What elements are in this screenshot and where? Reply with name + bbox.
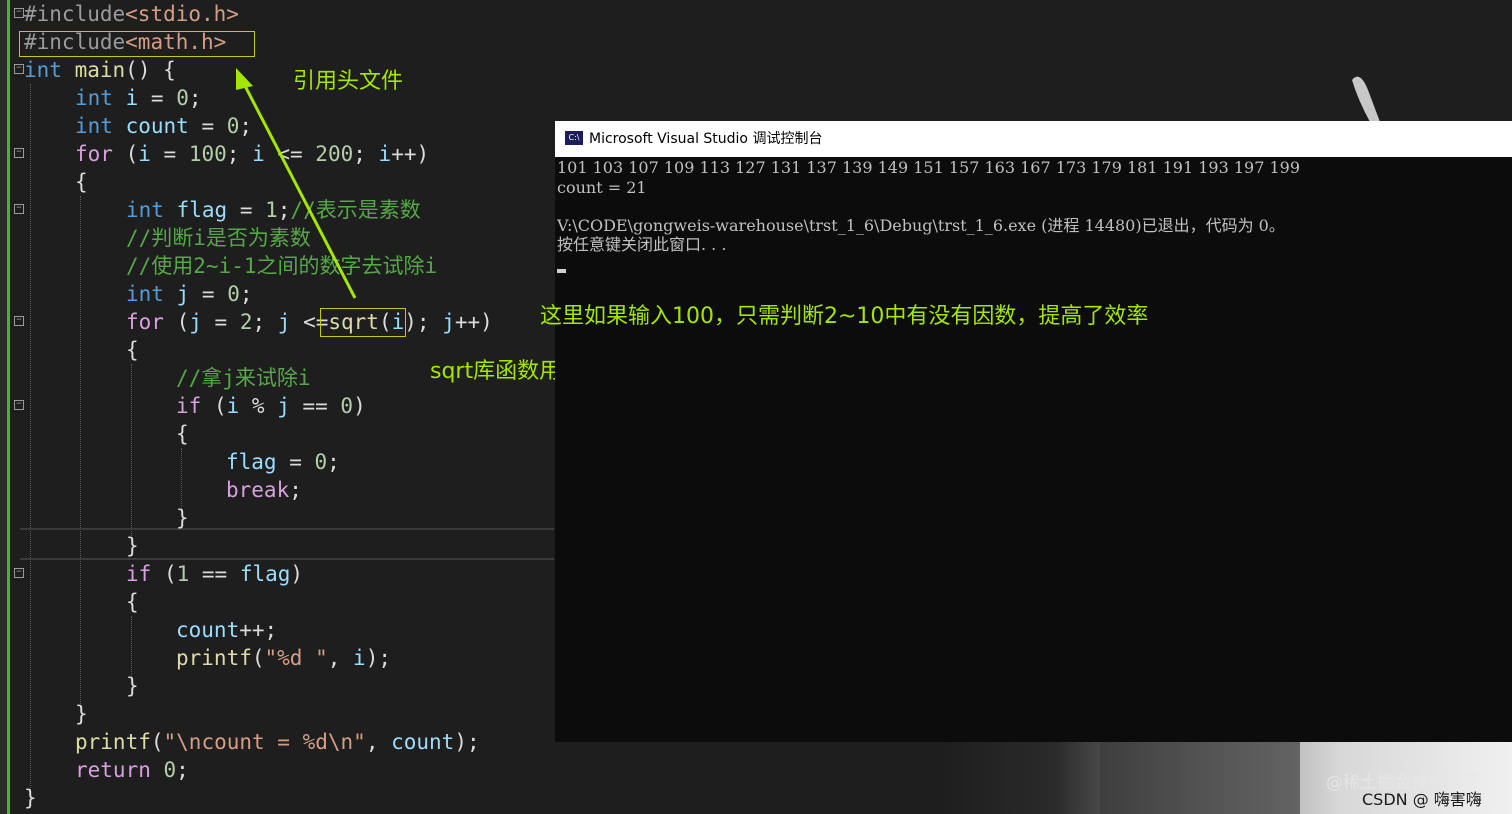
punctuation: ; xyxy=(289,478,302,502)
console-exit-message: V:\CODE\gongweis-warehouse\trst_1_6\Debu… xyxy=(557,216,1285,235)
console-title: Microsoft Visual Studio 调试控制台 xyxy=(589,131,823,147)
operator: = xyxy=(276,450,315,474)
code-line[interactable]: } xyxy=(176,504,189,532)
keyword: return xyxy=(75,758,151,782)
brace: { xyxy=(126,590,139,614)
keyword: break xyxy=(226,478,290,502)
punctuation: ; xyxy=(176,758,189,782)
fold-toggle-icon[interactable] xyxy=(14,568,24,578)
code-line[interactable]: { xyxy=(126,588,139,616)
punctuation: ) xyxy=(353,394,366,418)
operator: == xyxy=(289,394,341,418)
brace: } xyxy=(126,674,139,698)
code-line[interactable]: count++; xyxy=(176,616,277,644)
code-line[interactable]: break; xyxy=(226,476,302,504)
brace: { xyxy=(126,338,139,362)
code-line[interactable]: { xyxy=(176,420,189,448)
number: 0 xyxy=(340,394,354,418)
brace: } xyxy=(176,506,189,530)
indent-guide xyxy=(131,364,132,536)
number: 0 xyxy=(163,758,177,782)
header-file-annotation: 引用头文件 xyxy=(293,69,404,94)
punctuation: ; xyxy=(327,450,340,474)
code-line[interactable]: { xyxy=(126,336,139,364)
background-photo-fragment xyxy=(1352,76,1380,122)
code-line[interactable]: } xyxy=(75,700,88,728)
punctuation: ( xyxy=(150,730,164,754)
punctuation: ( xyxy=(251,646,265,670)
brace: { xyxy=(176,422,189,446)
brace: } xyxy=(75,702,88,726)
variable: flag xyxy=(239,562,291,586)
code-line[interactable]: return 0; xyxy=(75,756,189,784)
efficiency-annotation: 这里如果输入100，只需判断2~10中有没有因数，提高了效率 xyxy=(540,304,1149,329)
punctuation: ) xyxy=(290,562,304,586)
punctuation: , xyxy=(365,730,392,754)
variable: count xyxy=(391,730,455,754)
code-line[interactable]: } xyxy=(24,784,37,812)
csdn-watermark: CSDN @ 嗨害嗨 xyxy=(1362,790,1482,809)
brace: } xyxy=(24,786,37,810)
number: 0 xyxy=(314,450,328,474)
function-call: printf xyxy=(176,646,252,670)
variable: i xyxy=(353,646,366,670)
string-literal: "\ncount = %d\n" xyxy=(163,730,366,754)
operator: == xyxy=(189,562,240,586)
punctuation: , xyxy=(327,646,354,670)
code-line[interactable]: flag = 0; xyxy=(226,448,340,476)
console-app-icon: C:\ xyxy=(565,131,583,145)
console-press-key-message: 按任意键关闭此窗口. . . xyxy=(557,235,727,254)
annotation-arrow-icon xyxy=(236,68,357,299)
code-line[interactable]: //拿j来试除i xyxy=(176,364,311,392)
indent-guide xyxy=(131,616,132,676)
variable: flag xyxy=(226,450,277,474)
brace: } xyxy=(126,534,139,558)
variable: count xyxy=(176,618,240,642)
number: 1 xyxy=(176,562,190,586)
current-line-highlight xyxy=(20,528,554,560)
variable: i xyxy=(226,394,240,418)
console-output-primes: 101 103 107 109 113 127 131 137 139 149 … xyxy=(557,158,1301,177)
comment: //拿j来试除i xyxy=(176,366,311,390)
code-line[interactable]: printf("%d ", i); xyxy=(176,644,391,672)
string-literal: "%d " xyxy=(264,646,328,670)
function-call: printf xyxy=(75,730,151,754)
debug-console-window[interactable]: C:\ Microsoft Visual Studio 调试控制台 101 10… xyxy=(555,121,1512,742)
console-cursor xyxy=(557,269,566,273)
punctuation: ++; xyxy=(239,618,278,642)
punctuation: ); xyxy=(365,646,391,670)
background-photo-shadow xyxy=(1100,742,1300,814)
indent-guide xyxy=(181,448,182,508)
operator: % xyxy=(239,394,278,418)
console-output-count: count = 21 xyxy=(557,178,647,197)
punctuation: ( xyxy=(151,562,177,586)
variable: j xyxy=(277,394,290,418)
code-line[interactable]: printf("\ncount = %d\n", count); xyxy=(75,728,480,756)
code-line[interactable]: } xyxy=(126,672,139,700)
console-titlebar[interactable]: C:\ Microsoft Visual Studio 调试控制台 xyxy=(555,121,1512,157)
keyword: if xyxy=(126,562,152,586)
punctuation: ); xyxy=(454,730,480,754)
fold-toggle-icon[interactable] xyxy=(14,400,24,410)
punctuation: ( xyxy=(201,394,227,418)
code-line[interactable]: if (1 == flag) xyxy=(126,560,303,588)
code-line[interactable]: } xyxy=(126,532,139,560)
keyword: if xyxy=(176,394,202,418)
code-line[interactable]: if (i % j == 0) xyxy=(176,392,366,420)
